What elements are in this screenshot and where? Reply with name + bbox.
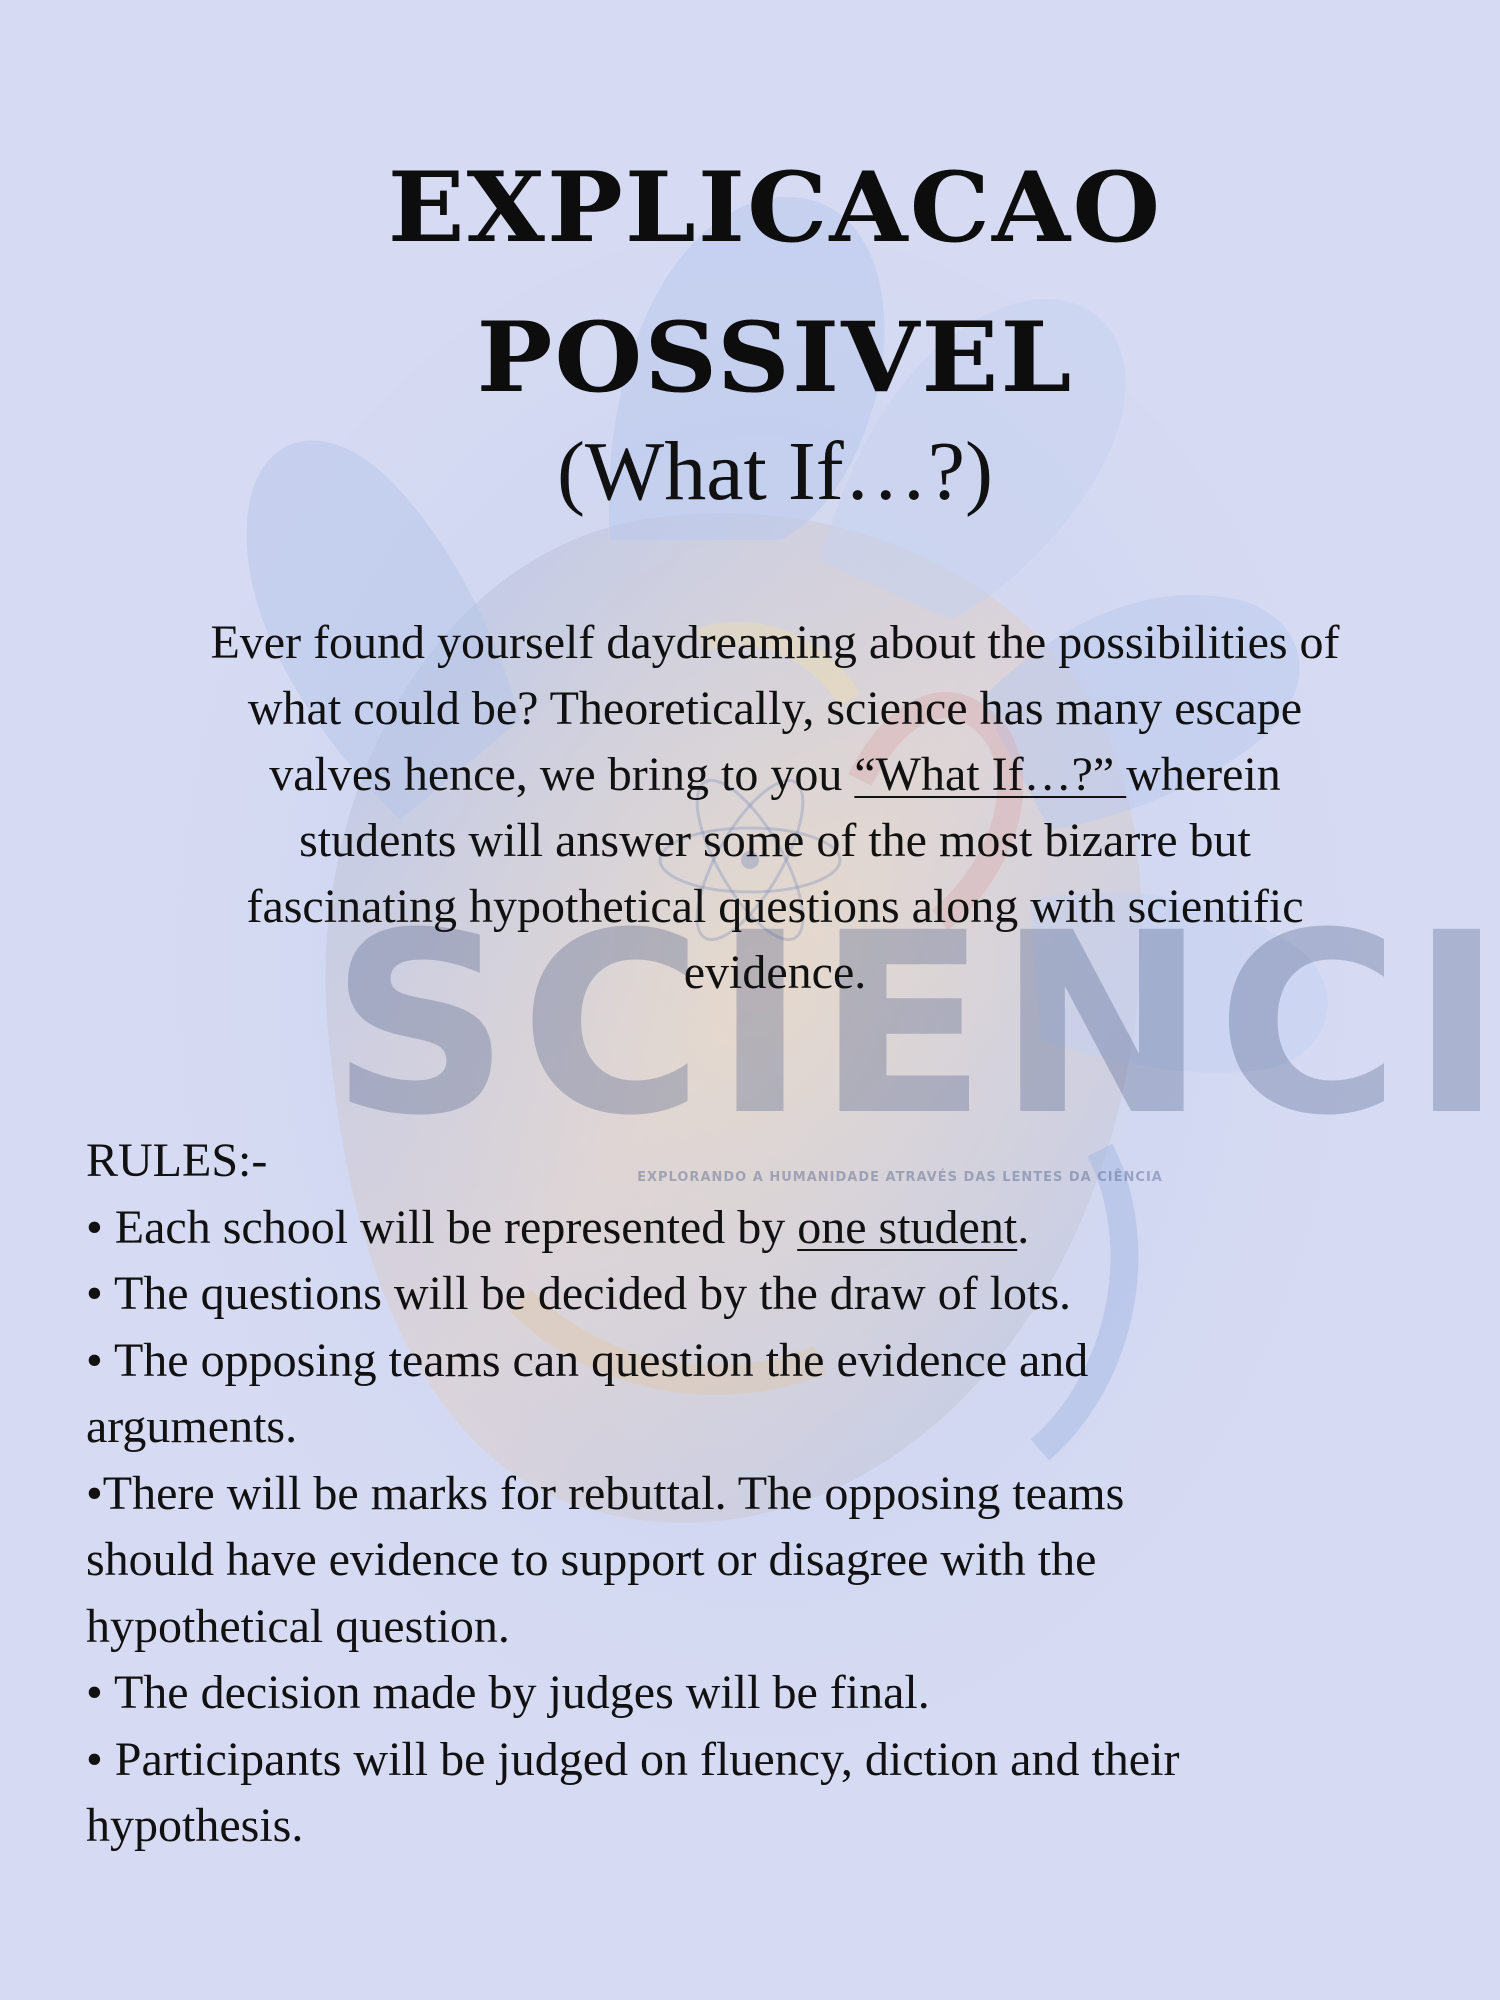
rule-item: • The questions will be decided by the d… (86, 1267, 1072, 1320)
intro-line: valves hence, we bring to you “What If…?… (90, 742, 1460, 808)
intro-text: wherein (1126, 748, 1281, 801)
rule-text: • Each school will be represented by (86, 1200, 798, 1254)
intro-line: evidence. (683, 946, 867, 999)
rules-heading: RULES:- (86, 1134, 268, 1187)
rule-item-continued: hypothesis. (86, 1799, 304, 1852)
rule-item: • The opposing teams can question the ev… (86, 1333, 1089, 1387)
what-if-underlined: “What If…?” (854, 748, 1127, 801)
intro-line: Ever found yourself daydreaming about th… (210, 616, 1340, 669)
flyer-content: EXPLICACAO POSSIVEL (What If…?) Ever fou… (0, 0, 1500, 2000)
rule-text: . (1017, 1200, 1030, 1254)
rule-item: • The decision made by judges will be fi… (86, 1666, 930, 1719)
one-student-underlined: one student (797, 1200, 1018, 1254)
intro-text: valves hence, we bring to you (269, 748, 855, 801)
intro-line: fascinating hypothetical questions along… (246, 880, 1304, 933)
rules-section: RULES:- • Each school will be represente… (86, 1128, 1426, 1860)
rule-item-continued: hypothetical question. (86, 1599, 510, 1653)
title-line-1: EXPLICACAO (387, 151, 1163, 264)
subtitle: (What If…?) (556, 425, 994, 518)
rule-item: • Each school will be represented by one… (86, 1195, 1426, 1262)
rule-item: •There will be marks for rebuttal. The o… (86, 1466, 1125, 1520)
intro-paragraph: Ever found yourself daydreaming about th… (90, 610, 1460, 1006)
rule-item-continued: should have evidence to support or disag… (86, 1533, 1097, 1586)
rule-item-continued: arguments. (86, 1400, 298, 1453)
intro-line: what could be? Theoretically, science ha… (247, 682, 1303, 735)
title-line-2: POSSIVEL (476, 301, 1074, 414)
rule-item: • Participants will be judged on fluency… (86, 1732, 1180, 1786)
intro-line: students will answer some of the most bi… (299, 814, 1251, 867)
